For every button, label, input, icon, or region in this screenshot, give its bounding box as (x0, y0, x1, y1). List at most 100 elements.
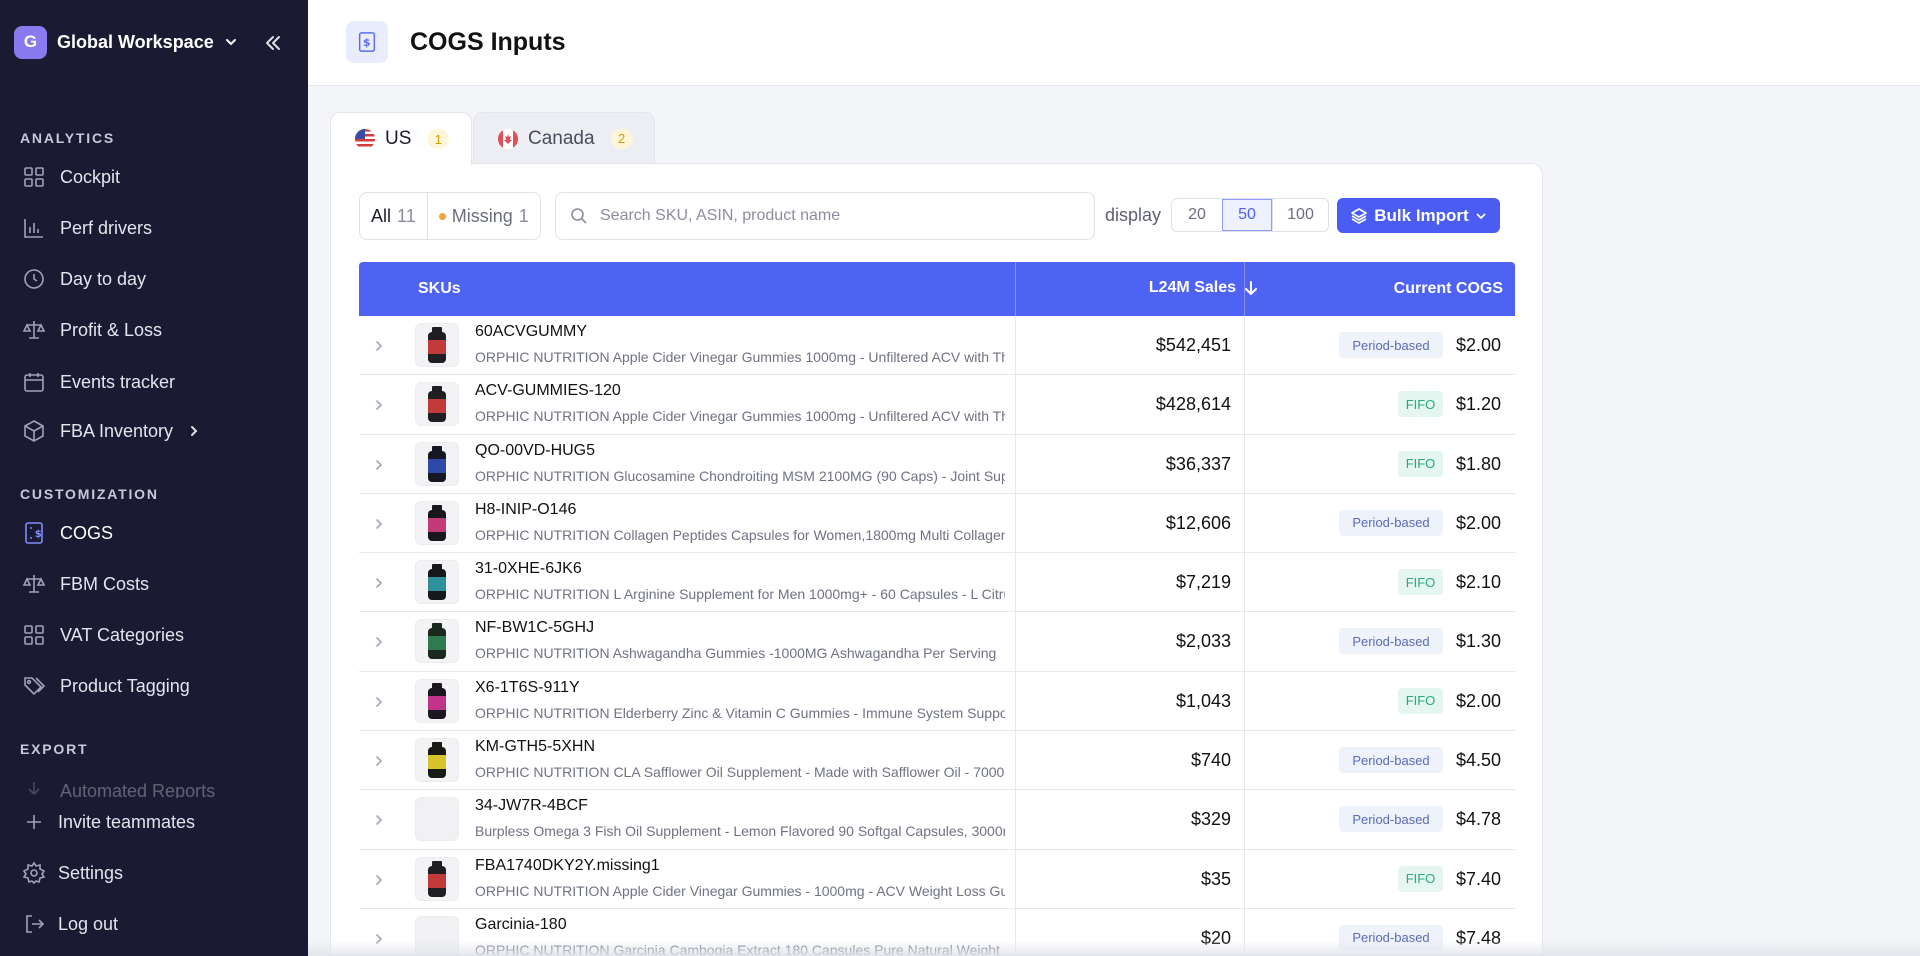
sidebar-item-events-tracker[interactable]: Events tracker (22, 367, 292, 397)
table-row[interactable]: NF-BW1C-5GHJ ORPHIC NUTRITION Ashwagandha… (359, 612, 1515, 672)
expand-row-icon[interactable] (371, 397, 387, 413)
table-row[interactable]: Garcinia-180 ORPHIC NUTRITION Garcinia Ca… (359, 908, 1515, 956)
column-divider (1244, 731, 1245, 790)
table-row[interactable]: X6-1T6S-911Y ORPHIC NUTRITION Elderberry … (359, 671, 1515, 732)
tab-canada[interactable]: Canada 2 (473, 112, 655, 164)
expand-row-icon[interactable] (371, 812, 387, 828)
sku-code[interactable]: X6-1T6S-911Y (475, 679, 580, 697)
sidebar-item-profit-loss[interactable]: Profit & Loss (22, 315, 292, 345)
sidebar-item-cogs[interactable]: $ COGS (22, 518, 292, 548)
cogs-method-badge: FIFO (1398, 391, 1443, 418)
table-row[interactable]: QO-00VD-HUG5 ORPHIC NUTRITION Glucosamine… (359, 434, 1515, 494)
table-row[interactable]: 60ACVGUMMY ORPHIC NUTRITION Apple Cider V… (359, 316, 1515, 376)
expand-row-icon[interactable] (371, 457, 387, 473)
table-row[interactable]: ACV-GUMMIES-120 ORPHIC NUTRITION Apple Ci… (359, 375, 1515, 435)
current-cogs-value[interactable]: $1.80 (1456, 454, 1501, 475)
expand-row-icon[interactable] (371, 575, 387, 591)
svg-text:$: $ (363, 36, 371, 49)
expand-row-icon[interactable] (371, 872, 387, 888)
sidebar-item-log-out[interactable]: Log out (22, 909, 292, 939)
sku-code[interactable]: 31-0XHE-6JK6 (475, 560, 582, 578)
sidebar-item-vat-categories[interactable]: VAT Categories (22, 620, 292, 650)
page-size-100[interactable]: 100 (1272, 199, 1328, 231)
page-size-50[interactable]: 50 (1222, 199, 1272, 231)
product-bottle-icon (428, 445, 446, 482)
sidebar-item-product-tagging[interactable]: Product Tagging (22, 671, 292, 701)
page-size-20[interactable]: 20 (1172, 199, 1222, 231)
sidebar-item-label: VAT Categories (60, 624, 185, 645)
current-cogs-value[interactable]: $7.48 (1456, 928, 1501, 949)
chevron-right-icon (191, 426, 198, 436)
expand-row-icon[interactable] (371, 753, 387, 769)
current-cogs-value[interactable]: $2.10 (1456, 572, 1501, 593)
product-thumbnail (415, 441, 459, 486)
table-row[interactable]: KM-GTH5-5XHN ORPHIC NUTRITION CLA Safflow… (359, 731, 1515, 791)
column-divider (1244, 849, 1245, 908)
sku-code[interactable]: 34-JW7R-4BCF (475, 797, 588, 815)
search-input[interactable] (600, 207, 1080, 225)
section-label-export: EXPORT (20, 741, 89, 757)
column-header-cogs[interactable]: Current COGS (1394, 280, 1503, 298)
workspace-switcher[interactable]: G Global Workspace (14, 24, 238, 60)
sidebar-item-invite-teammates[interactable]: Invite teammates (22, 807, 292, 837)
dollar-doc-icon: $ (358, 32, 376, 52)
expand-row-icon[interactable] (371, 931, 387, 947)
tab-label: Canada (528, 127, 595, 149)
column-header-sales[interactable]: L24M Sales (1149, 279, 1258, 297)
canada-flag-icon (498, 128, 518, 149)
tab-us[interactable]: US 1 (330, 112, 472, 165)
current-cogs-value[interactable]: $1.30 (1456, 631, 1501, 652)
sidebar-item-settings[interactable]: Settings (22, 858, 292, 888)
logout-icon (26, 915, 45, 933)
column-divider (1015, 493, 1016, 553)
current-cogs-value[interactable]: $1.20 (1456, 394, 1501, 415)
sidebar: G Global Workspace ANALYTICS Cockpit Per… (0, 0, 308, 956)
sidebar-item-perf-drivers[interactable]: Perf drivers (22, 213, 292, 243)
sidebar-item-fbm-costs[interactable]: FBM Costs (22, 569, 292, 599)
workspace-name: Global Workspace (57, 31, 214, 52)
sidebar-item-label: FBM Costs (60, 573, 150, 594)
current-cogs-value[interactable]: $7.40 (1456, 869, 1501, 890)
sku-code[interactable]: FBA1740DKY2Y.missing1 (475, 857, 660, 875)
sku-code[interactable]: NF-BW1C-5GHJ (475, 619, 594, 637)
table-row[interactable]: H8-INIP-O146 ORPHIC NUTRITION Collagen Pe… (359, 493, 1515, 554)
bulk-import-button[interactable]: Bulk Import (1337, 198, 1500, 233)
current-cogs-value[interactable]: $2.00 (1456, 691, 1501, 712)
expand-row-icon[interactable] (371, 338, 387, 354)
product-description: ORPHIC NUTRITION Garcinia Cambogia Extra… (475, 941, 1000, 956)
current-cogs-value[interactable]: $2.00 (1456, 335, 1501, 356)
sku-code[interactable]: KM-GTH5-5XHN (475, 738, 595, 756)
sidebar-item-automated-reports[interactable]: Automated Reports (22, 776, 292, 798)
column-divider (1015, 612, 1016, 671)
cogs-panel: All 11 Missing 1 display 20 50 100 Bulk … (330, 163, 1543, 956)
filter-missing[interactable]: Missing 1 (426, 193, 540, 239)
search-icon (571, 208, 587, 224)
table-row[interactable]: FBA1740DKY2Y.missing1 ORPHIC NUTRITION Ap… (359, 849, 1515, 909)
current-cogs-value[interactable]: $4.78 (1456, 809, 1501, 830)
expand-row-icon[interactable] (371, 694, 387, 710)
sku-code[interactable]: H8-INIP-O146 (475, 501, 576, 519)
sku-code[interactable]: 60ACVGUMMY (475, 323, 587, 341)
sidebar-item-cockpit[interactable]: Cockpit (22, 162, 292, 192)
column-header-skus[interactable]: SKUs (418, 280, 461, 298)
section-label-analytics: ANALYTICS (20, 130, 116, 146)
collapse-sidebar-icon[interactable] (262, 32, 284, 54)
column-divider (1015, 262, 1016, 316)
column-divider (1244, 671, 1245, 731)
expand-row-icon[interactable] (371, 634, 387, 650)
current-cogs-value[interactable]: $4.50 (1456, 750, 1501, 771)
sidebar-item-fba-inventory[interactable]: FBA Inventory (22, 416, 292, 446)
box-icon (24, 420, 44, 442)
sku-code[interactable]: Garcinia-180 (475, 916, 567, 934)
filter-all[interactable]: All 11 (360, 193, 427, 239)
table-row[interactable]: 31-0XHE-6JK6 ORPHIC NUTRITION L Arginine … (359, 553, 1515, 613)
expand-row-icon[interactable] (371, 516, 387, 532)
grid-icon (24, 167, 44, 187)
sidebar-item-day-to-day[interactable]: Day to day (22, 264, 292, 294)
cogs-method-badge: FIFO (1398, 569, 1443, 596)
current-cogs-value[interactable]: $2.00 (1456, 513, 1501, 534)
sku-code[interactable]: QO-00VD-HUG5 (475, 442, 595, 460)
column-divider (1244, 375, 1245, 434)
table-row[interactable]: 34-JW7R-4BCF Burpless Omega 3 Fish Oil Su… (359, 790, 1515, 850)
sku-code[interactable]: ACV-GUMMIES-120 (475, 382, 621, 400)
